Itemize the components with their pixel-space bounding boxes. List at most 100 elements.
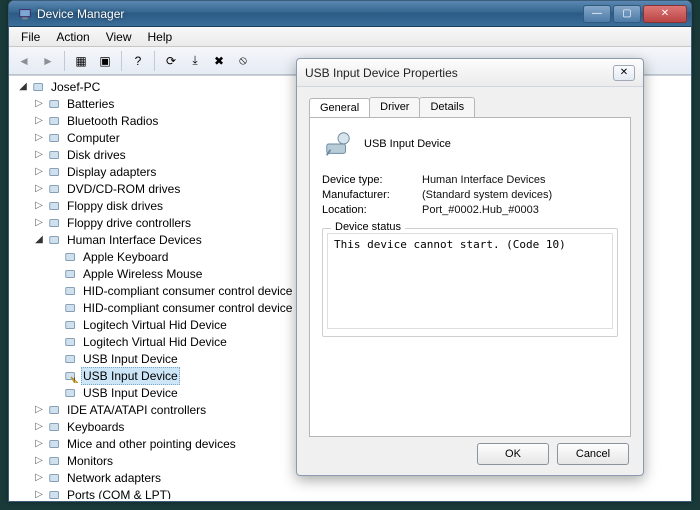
toolbar-separator — [64, 51, 65, 71]
device-type-value: Human Interface Devices — [422, 174, 618, 186]
menubar: FileActionViewHelp — [9, 27, 691, 47]
hid-icon — [63, 300, 79, 316]
location-label: Location: — [322, 204, 422, 216]
device-name: USB Input Device — [364, 138, 451, 150]
battery-icon — [47, 96, 63, 112]
mouse-icon — [47, 436, 63, 452]
help-icon[interactable]: ? — [127, 50, 149, 72]
tree-item-label: Display adapters — [65, 164, 158, 180]
expand-toggle[interactable]: ▷ — [33, 436, 45, 452]
expand-toggle[interactable]: ▷ — [33, 164, 45, 180]
uninstall-icon[interactable]: ✖ — [208, 50, 230, 72]
menu-file[interactable]: File — [13, 28, 48, 46]
hid-icon — [47, 232, 63, 248]
back-icon: ◄ — [13, 50, 35, 72]
tree-item-label: Bluetooth Radios — [65, 113, 160, 129]
expand-toggle[interactable]: ▷ — [33, 130, 45, 146]
forward-icon: ► — [37, 50, 59, 72]
tab-details[interactable]: Details — [419, 97, 475, 117]
manufacturer-value: (Standard system devices) — [422, 189, 618, 201]
tree-item-label: Apple Keyboard — [81, 249, 170, 265]
expand-toggle[interactable]: ▷ — [33, 453, 45, 469]
expand-toggle[interactable]: ▷ — [33, 419, 45, 435]
device-manager-icon — [17, 6, 33, 22]
expand-toggle[interactable]: ◢ — [33, 232, 45, 248]
window-title: Device Manager — [37, 7, 581, 21]
hid-icon — [63, 385, 79, 401]
device-status-legend: Device status — [331, 221, 405, 233]
dialog-titlebar[interactable]: USB Input Device Properties ✕ — [297, 59, 643, 87]
tree-item-label: Human Interface Devices — [65, 232, 204, 248]
expand-toggle[interactable]: ▷ — [33, 96, 45, 112]
manufacturer-label: Manufacturer: — [322, 189, 422, 201]
tab-general[interactable]: General — [309, 98, 370, 118]
tree-item-label: HID-compliant consumer control device — [81, 300, 294, 316]
expand-toggle[interactable]: ▷ — [33, 147, 45, 163]
expand-toggle[interactable]: ▷ — [33, 181, 45, 197]
show-hidden-icon[interactable]: ▦ — [70, 50, 92, 72]
cancel-button[interactable]: Cancel — [557, 443, 629, 465]
tree-item-label: Disk drives — [65, 147, 128, 163]
menu-action[interactable]: Action — [48, 28, 97, 46]
properties-dialog: USB Input Device Properties ✕ GeneralDri… — [296, 58, 644, 476]
expand-toggle[interactable]: ▷ — [33, 198, 45, 214]
hid-icon — [63, 283, 79, 299]
cdrom-icon — [47, 181, 63, 197]
expand-toggle[interactable]: ◢ — [17, 79, 29, 95]
ports-icon — [47, 487, 63, 500]
disk-icon — [47, 147, 63, 163]
expand-toggle[interactable]: ▷ — [33, 215, 45, 231]
update-icon[interactable]: ⤓ — [184, 50, 206, 72]
disable-icon[interactable]: ⦸ — [232, 50, 254, 72]
device-status-group: Device status — [322, 228, 618, 337]
tree-item-label: Mice and other pointing devices — [65, 436, 238, 452]
menu-view[interactable]: View — [98, 28, 140, 46]
dialog-tabs: GeneralDriverDetails — [309, 97, 631, 117]
device-type-label: Device type: — [322, 174, 422, 186]
expand-toggle[interactable]: ▷ — [33, 487, 45, 500]
ok-button[interactable]: OK — [477, 443, 549, 465]
tree-item-label: Ports (COM & LPT) — [65, 487, 173, 500]
tree-category[interactable]: ▷ Ports (COM & LPT) — [13, 486, 687, 499]
maximize-button[interactable]: ▢ — [613, 5, 641, 23]
display-icon — [47, 164, 63, 180]
bluetooth-icon — [47, 113, 63, 129]
dialog-close-button[interactable]: ✕ — [613, 65, 635, 81]
expand-toggle[interactable]: ▷ — [33, 402, 45, 418]
tree-item-label: Floppy drive controllers — [65, 215, 193, 231]
toolbar-separator — [154, 51, 155, 71]
tree-item-label: Batteries — [65, 96, 116, 112]
toolbar-separator — [121, 51, 122, 71]
floppy-icon — [47, 215, 63, 231]
tree-item-label: Logitech Virtual Hid Device — [81, 334, 229, 350]
ide-icon — [47, 402, 63, 418]
location-value: Port_#0002.Hub_#0003 — [422, 204, 618, 216]
tree-item-label: Keyboards — [65, 419, 126, 435]
close-button[interactable]: ✕ — [643, 5, 687, 23]
minimize-button[interactable]: — — [583, 5, 611, 23]
tree-item-label: Apple Wireless Mouse — [81, 266, 204, 282]
dialog-title: USB Input Device Properties — [305, 66, 613, 80]
menu-help[interactable]: Help — [140, 28, 181, 46]
hid-icon — [63, 266, 79, 282]
hid-icon — [63, 351, 79, 367]
device-icon — [322, 128, 354, 160]
hid-icon — [63, 249, 79, 265]
device-status-text[interactable] — [327, 233, 613, 329]
scan-icon[interactable]: ⟳ — [160, 50, 182, 72]
properties-icon[interactable]: ▣ — [94, 50, 116, 72]
titlebar[interactable]: Device Manager — ▢ ✕ — [9, 1, 691, 27]
hid-icon — [63, 334, 79, 350]
tree-item-label: Monitors — [65, 453, 115, 469]
tab-driver[interactable]: Driver — [369, 97, 420, 117]
expand-toggle[interactable]: ▷ — [33, 113, 45, 129]
floppy-icon — [47, 198, 63, 214]
tab-general-panel: USB Input Device Device type: Human Inte… — [309, 117, 631, 437]
tree-item-label: IDE ATA/ATAPI controllers — [65, 402, 208, 418]
monitor-icon — [47, 453, 63, 469]
computer-icon — [47, 130, 63, 146]
tree-item-label: HID-compliant consumer control device — [81, 283, 294, 299]
tree-item-label: Floppy disk drives — [65, 198, 165, 214]
expand-toggle[interactable]: ▷ — [33, 470, 45, 486]
tree-item-label: Logitech Virtual Hid Device — [81, 317, 229, 333]
